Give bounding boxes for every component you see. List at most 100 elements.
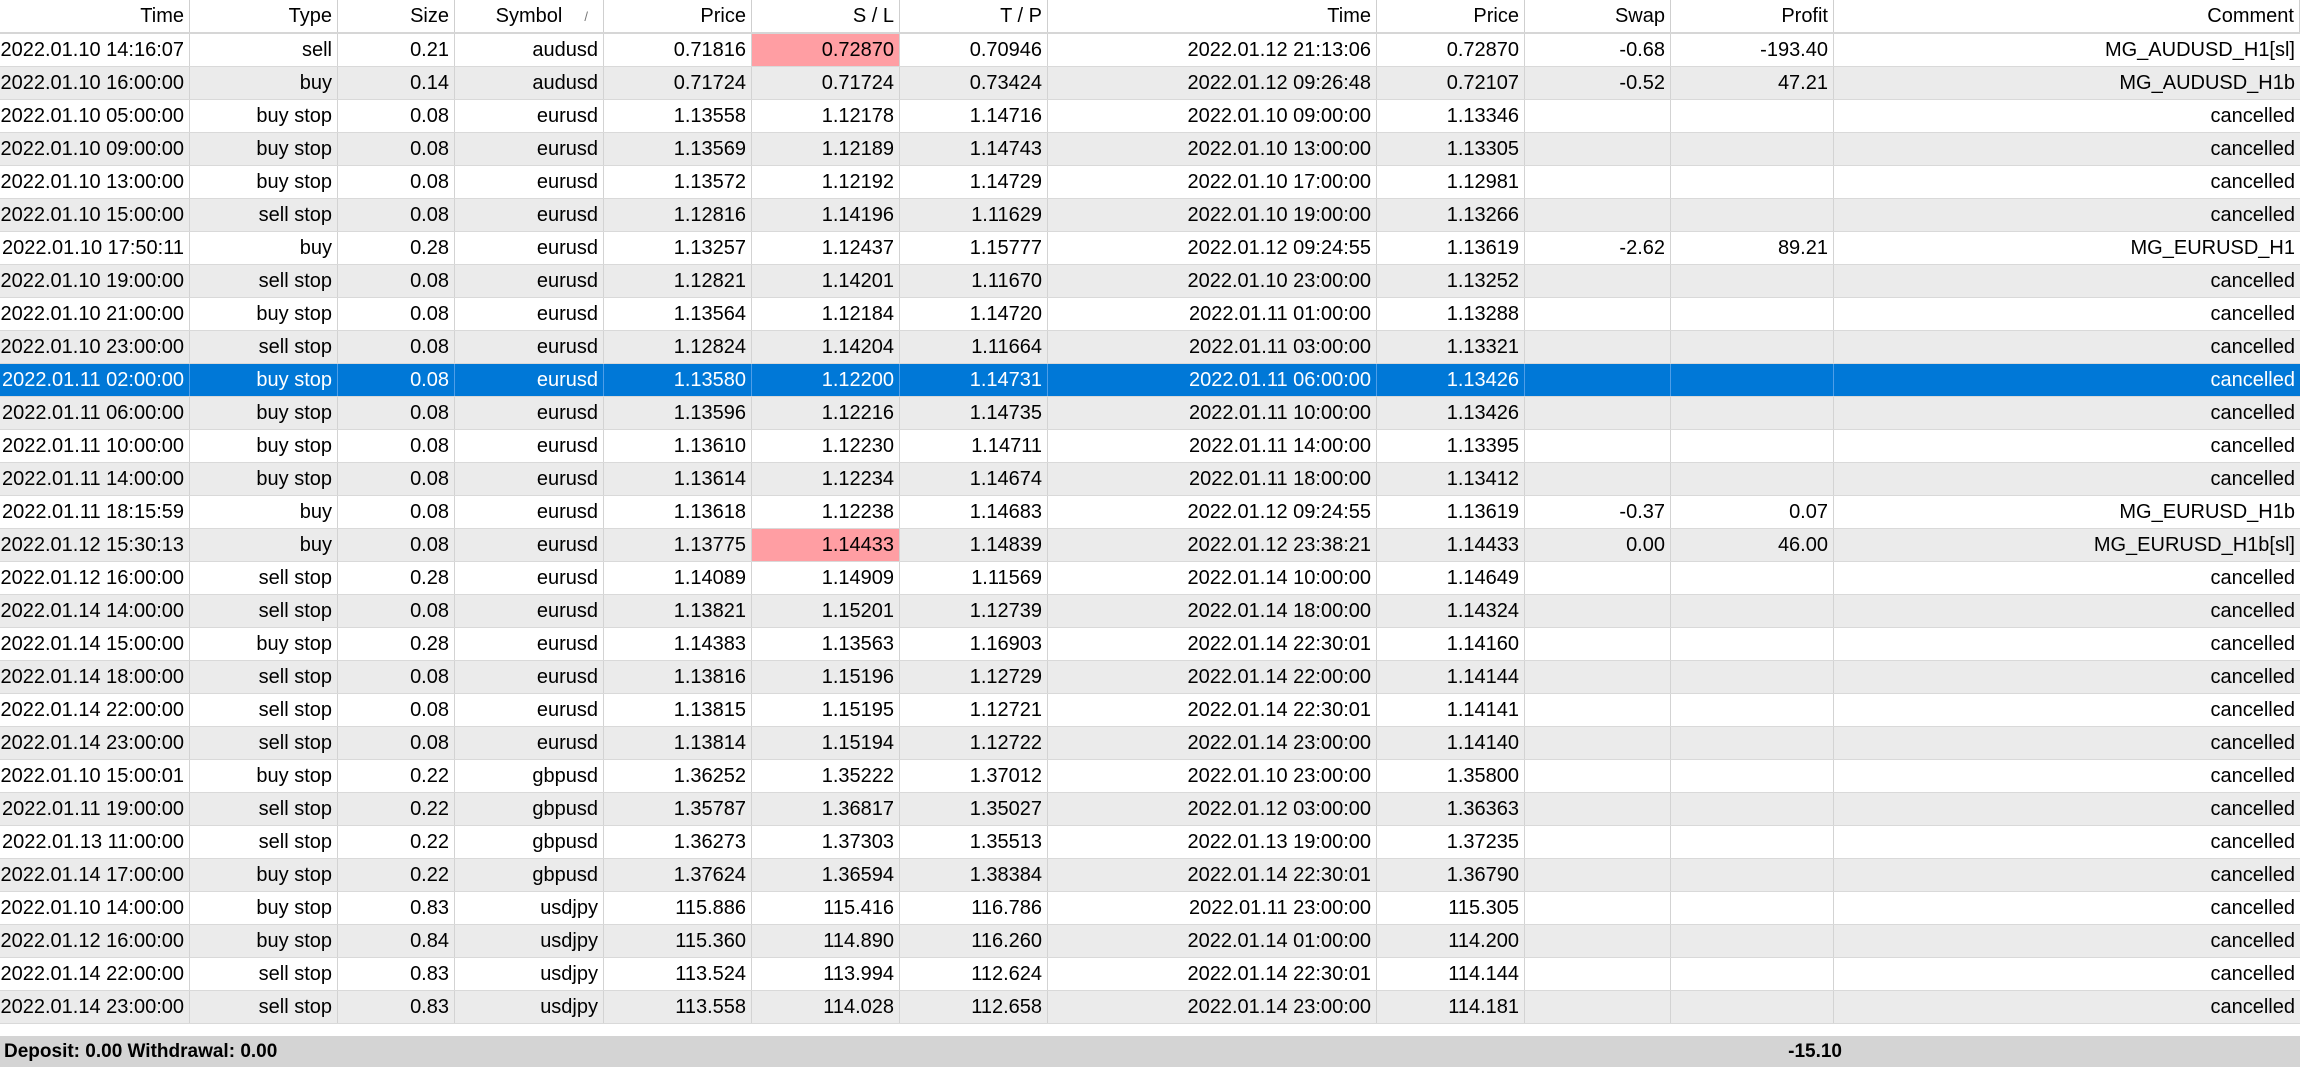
cell-open-time: 2022.01.14 17:00:00: [0, 859, 190, 891]
cell-close-price: 1.14324: [1377, 595, 1525, 627]
table-row[interactable]: 2022.01.11 10:00:00 buy stop 0.08 eurusd 1.1…: [0, 430, 2300, 463]
cell-close-time: 2022.01.14 18:00:00: [1048, 595, 1377, 627]
column-header-swap[interactable]: Swap: [1525, 0, 1671, 32]
cell-take-profit: 1.14683: [900, 496, 1048, 528]
column-header-open-time[interactable]: Time: [0, 0, 190, 32]
cell-close-price: 1.13619: [1377, 496, 1525, 528]
cell-comment: cancelled: [2210, 368, 2295, 391]
cell-stop-loss: 1.36594: [752, 859, 900, 891]
cell-symbol: audusd: [455, 67, 604, 99]
table-row[interactable]: 2022.01.14 23:00:00 sell stop 0.08 eurusd 1.…: [0, 727, 2300, 760]
cell-size: 0.08: [338, 331, 455, 363]
cell-close-price: 1.36363: [1377, 793, 1525, 825]
cell-profit: [1671, 166, 1834, 198]
column-header-take-profit[interactable]: T / P: [900, 0, 1048, 32]
cell-open-price: 1.12824: [604, 331, 752, 363]
cell-size: 0.08: [338, 133, 455, 165]
cell-close-price: 1.13321: [1377, 331, 1525, 363]
table-row[interactable]: 2022.01.10 09:00:00 buy stop 0.08 eurusd 1.1…: [0, 133, 2300, 166]
table-row[interactable]: 2022.01.14 15:00:00 buy stop 0.28 eurusd 1.1…: [0, 628, 2300, 661]
table-row[interactable]: 2022.01.14 18:00:00 sell stop 0.08 eurusd 1.…: [0, 661, 2300, 694]
column-header-open-price[interactable]: Price: [604, 0, 752, 32]
table-row[interactable]: 2022.01.10 17:50:11 buy 0.28 eurusd 1.13257 1…: [0, 232, 2300, 265]
table-row[interactable]: 2022.01.11 02:00:00 buy stop 0.08 eurusd 1.1…: [0, 364, 2300, 397]
cell-swap: [1525, 595, 1671, 627]
cell-type: buy stop: [190, 166, 338, 198]
table-row[interactable]: 2022.01.11 19:00:00 sell stop 0.22 gbpusd 1.…: [0, 793, 2300, 826]
table-row[interactable]: 2022.01.14 14:00:00 sell stop 0.08 eurusd 1.…: [0, 595, 2300, 628]
column-header-symbol[interactable]: Symbol /: [455, 0, 604, 32]
cell-close-price: 114.144: [1377, 958, 1525, 990]
cell-stop-loss: 1.35222: [752, 760, 900, 792]
table-row[interactable]: 2022.01.11 14:00:00 buy stop 0.08 eurusd 1.1…: [0, 463, 2300, 496]
cell-symbol: eurusd: [455, 529, 604, 561]
cell-comment: MG_AUDUSD_H1[sl]: [2104, 38, 2295, 61]
column-header-close-time[interactable]: Time: [1048, 0, 1377, 32]
cell-profit: [1671, 760, 1834, 792]
cell-take-profit: 1.11664: [900, 331, 1048, 363]
cell-swap: [1525, 133, 1671, 165]
table-row[interactable]: 2022.01.10 15:00:01 buy stop 0.22 gbpusd 1.3…: [0, 760, 2300, 793]
cell-size: 0.08: [338, 529, 455, 561]
table-row[interactable]: 2022.01.12 15:30:13 buy 0.08 eurusd 1.13775 1…: [0, 529, 2300, 562]
cell-profit: 46.00: [1671, 529, 1834, 561]
column-header-stop-loss[interactable]: S / L: [752, 0, 900, 32]
cell-open-price: 1.13572: [604, 166, 752, 198]
cell-comment: cancelled: [2210, 665, 2295, 688]
cell-swap: [1525, 562, 1671, 594]
table-row[interactable]: 2022.01.10 14:16:07 sell 0.21 audusd 0.71816…: [0, 34, 2300, 67]
table-row[interactable]: 2022.01.10 16:00:00 buy 0.14 audusd 0.71724 0…: [0, 67, 2300, 100]
cell-open-time: 2022.01.10 17:50:11: [0, 232, 190, 264]
table-row[interactable]: 2022.01.10 23:00:00 sell stop 0.08 eurusd 1.…: [0, 331, 2300, 364]
cell-type: sell stop: [190, 265, 338, 297]
table-row[interactable]: 2022.01.14 23:00:00 sell stop 0.83 usdjpy 11…: [0, 991, 2300, 1024]
cell-type: buy stop: [190, 628, 338, 660]
cell-open-time: 2022.01.14 14:00:00: [0, 595, 190, 627]
cell-size: 0.08: [338, 364, 455, 396]
cell-close-price: 1.14141: [1377, 694, 1525, 726]
cell-open-price: 1.14089: [604, 562, 752, 594]
table-row[interactable]: 2022.01.10 14:00:00 buy stop 0.83 usdjpy 115…: [0, 892, 2300, 925]
table-row[interactable]: 2022.01.11 18:15:59 buy 0.08 eurusd 1.13618 1…: [0, 496, 2300, 529]
table-row[interactable]: 2022.01.14 22:00:00 sell stop 0.08 eurusd 1.…: [0, 694, 2300, 727]
cell-open-time: 2022.01.13 11:00:00: [0, 826, 190, 858]
cell-close-time: 2022.01.14 22:30:01: [1048, 628, 1377, 660]
table-row[interactable]: 2022.01.10 05:00:00 buy stop 0.08 eurusd 1.1…: [0, 100, 2300, 133]
cell-take-profit: 1.11569: [900, 562, 1048, 594]
cell-size: 0.08: [338, 595, 455, 627]
cell-symbol: eurusd: [455, 265, 604, 297]
cell-size: 0.22: [338, 793, 455, 825]
table-row[interactable]: 2022.01.10 15:00:00 sell stop 0.08 eurusd 1.…: [0, 199, 2300, 232]
cell-close-price: 1.14140: [1377, 727, 1525, 759]
table-row[interactable]: 2022.01.11 06:00:00 buy stop 0.08 eurusd 1.1…: [0, 397, 2300, 430]
column-header-comment[interactable]: Comment: [1834, 0, 2300, 32]
column-header-type[interactable]: Type: [190, 0, 338, 32]
cell-stop-loss: 114.890: [752, 925, 900, 957]
table-row[interactable]: 2022.01.14 17:00:00 buy stop 0.22 gbpusd 1.3…: [0, 859, 2300, 892]
cell-symbol: eurusd: [455, 166, 604, 198]
cell-type: sell stop: [190, 562, 338, 594]
cell-close-time: 2022.01.14 23:00:00: [1048, 727, 1377, 759]
table-row[interactable]: 2022.01.14 22:00:00 sell stop 0.83 usdjpy 11…: [0, 958, 2300, 991]
table-row[interactable]: 2022.01.10 19:00:00 sell stop 0.08 eurusd 1.…: [0, 265, 2300, 298]
cell-close-price: 1.37235: [1377, 826, 1525, 858]
cell-symbol: gbpusd: [455, 826, 604, 858]
cell-type: sell: [190, 34, 338, 66]
cell-open-price: 113.558: [604, 991, 752, 1023]
cell-close-price: 1.13266: [1377, 199, 1525, 231]
column-header-close-price[interactable]: Price: [1377, 0, 1525, 32]
table-row[interactable]: 2022.01.10 13:00:00 buy stop 0.08 eurusd 1.1…: [0, 166, 2300, 199]
cell-close-price: 0.72107: [1377, 67, 1525, 99]
cell-comment: cancelled: [2210, 797, 2295, 820]
cell-swap: [1525, 727, 1671, 759]
table-row[interactable]: 2022.01.10 21:00:00 buy stop 0.08 eurusd 1.1…: [0, 298, 2300, 331]
table-row[interactable]: 2022.01.12 16:00:00 sell stop 0.28 eurusd 1.…: [0, 562, 2300, 595]
table-row[interactable]: 2022.01.13 11:00:00 sell stop 0.22 gbpusd 1.…: [0, 826, 2300, 859]
cell-close-price: 1.13346: [1377, 100, 1525, 132]
column-header-profit[interactable]: Profit: [1671, 0, 1834, 32]
cell-close-price: 1.14144: [1377, 661, 1525, 693]
table-row[interactable]: 2022.01.12 16:00:00 buy stop 0.84 usdjpy 115…: [0, 925, 2300, 958]
cell-open-price: 0.71816: [604, 34, 752, 66]
cell-open-time: 2022.01.10 21:00:00: [0, 298, 190, 330]
column-header-size[interactable]: Size: [338, 0, 455, 32]
